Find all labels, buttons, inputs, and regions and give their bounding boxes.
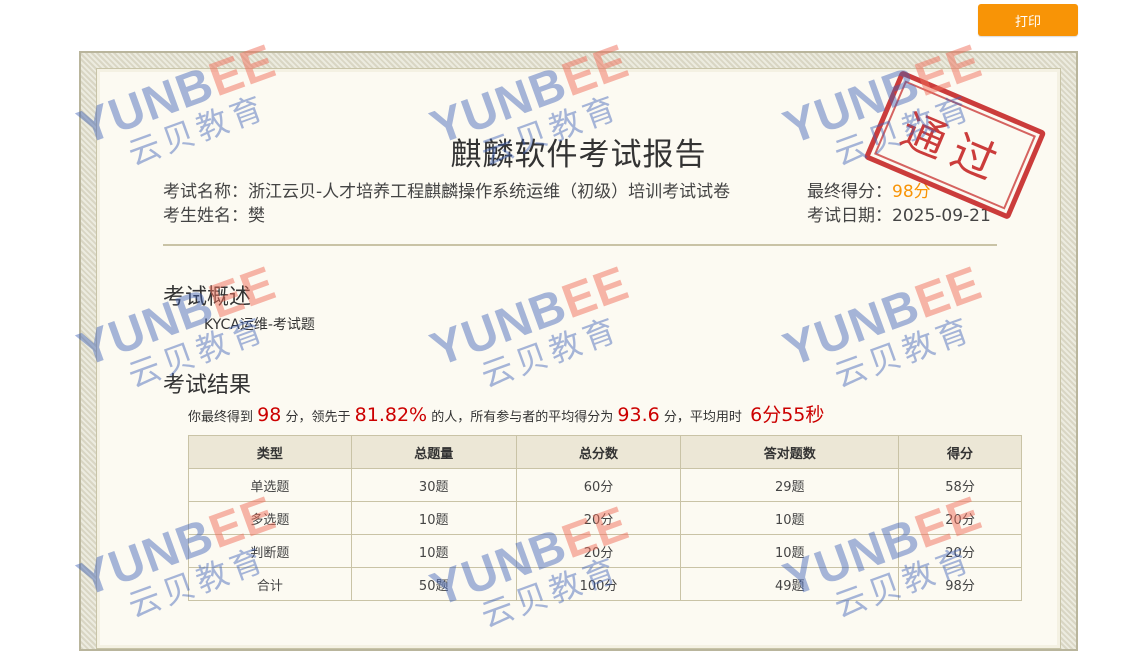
table-cell: 60分 [515,468,682,502]
summary-average: 93.6 [617,404,660,426]
exam-date-label: 考试日期： [807,206,892,226]
table-cell: 49题 [680,567,900,601]
summary-percent: 81.82% [354,404,428,426]
table-cell: 20分 [515,534,682,568]
column-header: 总分数 [515,435,682,469]
table-cell: 98分 [898,567,1022,601]
table-cell: 29题 [680,468,900,502]
table-cell: 30题 [350,468,517,502]
summary-text: 分，领先于 [285,410,351,425]
table-cell: 20分 [898,501,1022,535]
final-score-value: 98分 [892,182,931,202]
final-score-row: 最终得分：98分 [807,177,931,202]
column-header: 得分 [898,435,1022,469]
table-cell: 20分 [898,534,1022,568]
results-summary: 你最终得到 98 分，领先于 81.82% 的人，所有参与者的平均得分为 93.… [188,400,824,427]
table-row: 判断题 10题 20分 10题 20分 [188,534,1022,568]
table-total-row: 合计 50题 100分 49题 98分 [188,567,1022,601]
table-cell: 10题 [350,534,517,568]
final-score-label: 最终得分： [807,182,892,202]
exam-name-value: 浙江云贝-人才培养工程麒麟操作系统运维（初级）培训考试试卷 [248,182,731,202]
column-header: 总题量 [350,435,517,469]
table-cell: 100分 [515,567,682,601]
print-button[interactable]: 打印 [978,4,1078,36]
table-cell: 20分 [515,501,682,535]
exam-date-row: 考试日期：2025-09-21 [807,201,991,226]
table-cell: 10题 [350,501,517,535]
overview-title: 考试概述 [163,285,252,310]
summary-time: 6分55秒 [750,404,825,426]
column-header: 答对题数 [680,435,900,469]
header-divider [163,244,997,246]
exam-name-row: 考试名称：浙江云贝-人才培养工程麒麟操作系统运维（初级）培训考试试卷 [163,177,730,202]
student-name-value: 樊 [248,206,265,226]
column-header: 类型 [188,435,352,469]
table-cell: 判断题 [188,534,352,568]
results-table: 类型 总题量 总分数 答对题数 得分 单选题 30题 60分 29题 58分 多… [188,435,1022,601]
table-cell: 单选题 [188,468,352,502]
summary-text: 分，平均用时 [663,410,742,425]
table-row: 多选题 10题 20分 10题 20分 [188,501,1022,535]
overview-text: KYCA运维-考试题 [204,317,315,333]
summary-text: 的人，所有参与者的平均得分为 [431,410,614,425]
table-cell: 50题 [350,567,517,601]
table-header-row: 类型 总题量 总分数 答对题数 得分 [188,435,1022,469]
table-cell: 多选题 [188,501,352,535]
exam-name-label: 考试名称： [163,182,248,202]
summary-score: 98 [257,404,282,426]
student-name-row: 考生姓名：樊 [163,201,265,226]
student-name-label: 考生姓名： [163,206,248,226]
table-row: 单选题 30题 60分 29题 58分 [188,468,1022,502]
summary-text: 你最终得到 [188,410,254,425]
table-cell: 合计 [188,567,352,601]
table-cell: 10题 [680,534,900,568]
table-cell: 10题 [680,501,900,535]
results-title: 考试结果 [163,373,252,398]
table-cell: 58分 [898,468,1022,502]
exam-date-value: 2025-09-21 [892,206,991,226]
